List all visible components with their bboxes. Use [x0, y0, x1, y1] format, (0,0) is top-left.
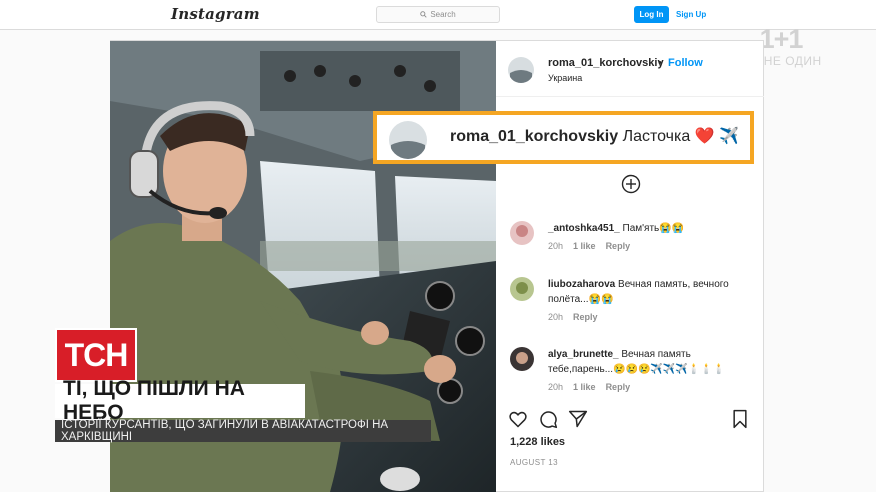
commenter-avatar[interactable]: [510, 347, 534, 371]
comment-time[interactable]: 20h: [548, 382, 563, 392]
bookmark-icon[interactable]: [730, 409, 750, 429]
instagram-logo[interactable]: Instagram: [171, 5, 260, 23]
comment-text: Пам'ять😭😭: [622, 223, 685, 234]
plus-circle-icon[interactable]: [621, 174, 641, 194]
search-icon: [420, 11, 427, 18]
callout-username[interactable]: roma_01_korchovskiy: [450, 128, 618, 145]
comment-time[interactable]: 20h: [548, 312, 563, 322]
author-username[interactable]: roma_01_korchovskiy: [548, 57, 664, 69]
callout-avatar: [389, 121, 427, 159]
share-icon[interactable]: [568, 409, 588, 429]
reply-button[interactable]: Reply: [606, 241, 631, 251]
comment-username[interactable]: liubozaharova: [548, 279, 615, 290]
heart-icon[interactable]: [508, 409, 528, 429]
signup-link[interactable]: Sign Up: [676, 10, 706, 19]
comment-likes[interactable]: 1 like: [573, 382, 596, 392]
post-sidebar: roma_01_korchovskiy • Follow Украина _an…: [496, 41, 764, 492]
caption-callout: roma_01_korchovskiy Ласточка ❤️ ✈️: [373, 111, 754, 164]
reply-button[interactable]: Reply: [573, 312, 598, 322]
comment-item: liubozaharova Вечная память, вечного пол…: [548, 277, 758, 322]
search-placeholder: Search: [430, 10, 456, 19]
news-subline: ІСТОРІЇ КУРСАНТІВ, ЩО ЗАГИНУЛИ В АВІАКАТ…: [55, 419, 431, 443]
comment-likes[interactable]: 1 like: [573, 241, 596, 251]
author-avatar[interactable]: [508, 57, 534, 83]
comment-time[interactable]: 20h: [548, 241, 563, 251]
news-headline: ТІ, ЩО ПІШЛИ НА НЕБО: [55, 377, 305, 424]
tsn-logo: ТСН: [55, 328, 137, 382]
separator-dot: •: [658, 57, 662, 69]
post-location[interactable]: Украина: [548, 73, 582, 83]
search-input[interactable]: Search: [376, 6, 500, 23]
comment-item: _antoshka451_ Пам'ять😭😭 20h 1 like Reply: [548, 221, 758, 251]
post-actions: [508, 407, 758, 431]
follow-button[interactable]: Follow: [668, 57, 703, 69]
caption-text: Ласточка ❤️ ✈️: [622, 128, 739, 145]
post-date[interactable]: AUGUST 13: [510, 458, 558, 467]
comment-username[interactable]: _antoshka451_: [548, 223, 620, 234]
comment-icon[interactable]: [538, 409, 558, 429]
comment-item: alya_brunette_ Вечная память тебе,парень…: [548, 347, 758, 392]
callout-caption: roma_01_korchovskiy Ласточка ❤️ ✈️: [450, 126, 739, 146]
commenter-avatar[interactable]: [510, 277, 534, 301]
likes-count[interactable]: 1,228 likes: [510, 436, 565, 448]
post-header: roma_01_korchovskiy • Follow Украина: [496, 41, 764, 97]
commenter-avatar[interactable]: [510, 221, 534, 245]
reply-button[interactable]: Reply: [606, 382, 631, 392]
comment-username[interactable]: alya_brunette_: [548, 349, 619, 360]
login-button[interactable]: Log In: [634, 6, 669, 23]
